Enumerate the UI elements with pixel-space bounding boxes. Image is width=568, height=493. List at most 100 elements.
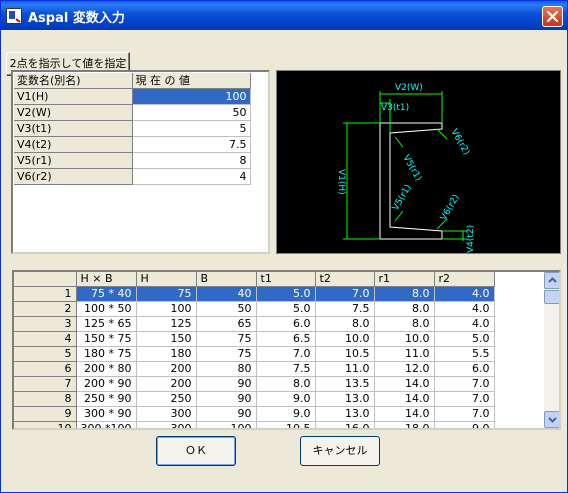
table-row[interactable]: 9 300 * 90 300 90 9.0 13.0 14.0 7.0: [14, 406, 495, 422]
variable-row[interactable]: V2(W) 50: [14, 104, 251, 121]
cell[interactable]: 100: [136, 301, 197, 317]
cell[interactable]: 6.5: [256, 331, 316, 347]
table-row[interactable]: 8 250 * 90 250 90 9.0 13.0 14.0 7.0: [14, 391, 495, 407]
cell[interactable]: 4.0: [434, 301, 495, 317]
variable-value-cell[interactable]: 8: [132, 152, 251, 169]
cell[interactable]: 9.0: [434, 421, 495, 428]
cell[interactable]: 150 * 75: [76, 331, 137, 347]
cell[interactable]: 7.0: [256, 346, 316, 362]
cell[interactable]: 7.0: [434, 391, 495, 407]
ok-button[interactable]: ＯＫ: [156, 436, 236, 466]
cell[interactable]: 5.5: [434, 346, 495, 362]
cell[interactable]: 7.0: [315, 286, 375, 302]
cell[interactable]: 8.0: [374, 301, 435, 317]
table-row[interactable]: 6 200 * 80 200 80 7.5 11.0 12.0 6.0: [14, 361, 495, 377]
title-bar[interactable]: Aspal 変数入力: [1, 1, 567, 30]
cell[interactable]: 8.0: [374, 286, 435, 302]
cell[interactable]: 14.0: [374, 406, 435, 422]
cell[interactable]: 75: [136, 286, 197, 302]
cell[interactable]: 180 * 75: [76, 346, 137, 362]
cell[interactable]: 4.0: [434, 286, 495, 302]
cell[interactable]: 40: [196, 286, 257, 302]
table-row[interactable]: 4 150 * 75 150 75 6.5 10.0 10.0 5.0: [14, 331, 495, 347]
cell[interactable]: 75: [196, 331, 257, 347]
variable-row[interactable]: V1(H) 100: [14, 88, 251, 105]
table-row[interactable]: 5 180 * 75 180 75 7.0 10.5 11.0 5.5: [14, 346, 495, 362]
cell[interactable]: 7.5: [315, 301, 375, 317]
cell[interactable]: 5.0: [256, 286, 316, 302]
cell[interactable]: 125: [136, 316, 197, 332]
cell[interactable]: 300 *100: [76, 421, 137, 428]
variable-value-cell[interactable]: 50: [132, 104, 251, 121]
cell[interactable]: 14.0: [374, 391, 435, 407]
cancel-button[interactable]: キャンセル: [300, 436, 380, 466]
cell[interactable]: 180: [136, 346, 197, 362]
cell[interactable]: 10.0: [374, 331, 435, 347]
cell[interactable]: 200 * 90: [76, 376, 137, 392]
cell[interactable]: 90: [196, 406, 257, 422]
variable-value-cell[interactable]: 4: [132, 168, 251, 185]
cell[interactable]: 13.0: [315, 391, 375, 407]
cell[interactable]: 16.0: [315, 421, 375, 428]
cell[interactable]: 8.0: [374, 316, 435, 332]
table-row[interactable]: 7 200 * 90 200 90 8.0 13.5 14.0 7.0: [14, 376, 495, 392]
cell[interactable]: 90: [196, 376, 257, 392]
cell[interactable]: 13.0: [315, 406, 375, 422]
cell[interactable]: 250 * 90: [76, 391, 137, 407]
cell[interactable]: 200: [136, 376, 197, 392]
cell[interactable]: 100: [196, 421, 257, 428]
cell[interactable]: 8.0: [256, 376, 316, 392]
variable-row[interactable]: V6(r2) 4: [14, 168, 251, 185]
cell[interactable]: 9.0: [256, 391, 316, 407]
cell[interactable]: 90: [196, 391, 257, 407]
cell[interactable]: 9.0: [256, 406, 316, 422]
cell[interactable]: 75 * 40: [76, 286, 137, 302]
cell[interactable]: 10.0: [315, 331, 375, 347]
cell[interactable]: 75: [196, 346, 257, 362]
variable-value-cell[interactable]: 100: [132, 88, 251, 105]
variable-row[interactable]: V3(t1) 5: [14, 120, 251, 137]
cell[interactable]: 250: [136, 391, 197, 407]
cell[interactable]: 11.0: [374, 346, 435, 362]
cell[interactable]: 10.5: [256, 421, 316, 428]
cell[interactable]: 14.0: [374, 376, 435, 392]
cell[interactable]: 300: [136, 406, 197, 422]
cell[interactable]: 7.5: [256, 361, 316, 377]
cell[interactable]: 7.0: [434, 406, 495, 422]
cell[interactable]: 200 * 80: [76, 361, 137, 377]
variable-value-cell[interactable]: 5: [132, 120, 251, 137]
cell[interactable]: 5.0: [434, 331, 495, 347]
cell[interactable]: 10.5: [315, 346, 375, 362]
cell[interactable]: 100 * 50: [76, 301, 137, 317]
table-row[interactable]: 2 100 * 50 100 50 5.0 7.5 8.0 4.0: [14, 301, 495, 317]
grid-scrollbar[interactable]: [544, 272, 559, 428]
cell[interactable]: 12.0: [374, 361, 435, 377]
cell[interactable]: 125 * 65: [76, 316, 137, 332]
scroll-thumb[interactable]: [544, 290, 559, 304]
variable-value-cell[interactable]: 7.5: [132, 136, 251, 153]
cell[interactable]: 18.0: [374, 421, 435, 428]
variable-row[interactable]: V4(t2) 7.5: [14, 136, 251, 153]
cell[interactable]: 150: [136, 331, 197, 347]
cell[interactable]: 11.0: [315, 361, 375, 377]
cell[interactable]: 8.0: [315, 316, 375, 332]
cell[interactable]: 4.0: [434, 316, 495, 332]
cell[interactable]: 300 * 90: [76, 406, 137, 422]
table-row[interactable]: 1 75 * 40 75 40 5.0 7.0 8.0 4.0: [14, 286, 495, 302]
cell[interactable]: 50: [196, 301, 257, 317]
variable-row[interactable]: V5(r1) 8: [14, 152, 251, 169]
cell[interactable]: 7.0: [434, 376, 495, 392]
scroll-down-button[interactable]: [544, 411, 559, 428]
cell[interactable]: 5.0: [256, 301, 316, 317]
close-button[interactable]: [542, 6, 563, 27]
scroll-up-button[interactable]: [544, 272, 559, 289]
cell[interactable]: 6.0: [256, 316, 316, 332]
cell[interactable]: 6.0: [434, 361, 495, 377]
table-row[interactable]: 10 300 *100 300 100 10.5 16.0 18.0 9.0: [14, 421, 495, 428]
cell[interactable]: 13.5: [315, 376, 375, 392]
cell[interactable]: 200: [136, 361, 197, 377]
cell[interactable]: 300: [136, 421, 197, 428]
cell[interactable]: 80: [196, 361, 257, 377]
cell[interactable]: 65: [196, 316, 257, 332]
table-row[interactable]: 3 125 * 65 125 65 6.0 8.0 8.0 4.0: [14, 316, 495, 332]
